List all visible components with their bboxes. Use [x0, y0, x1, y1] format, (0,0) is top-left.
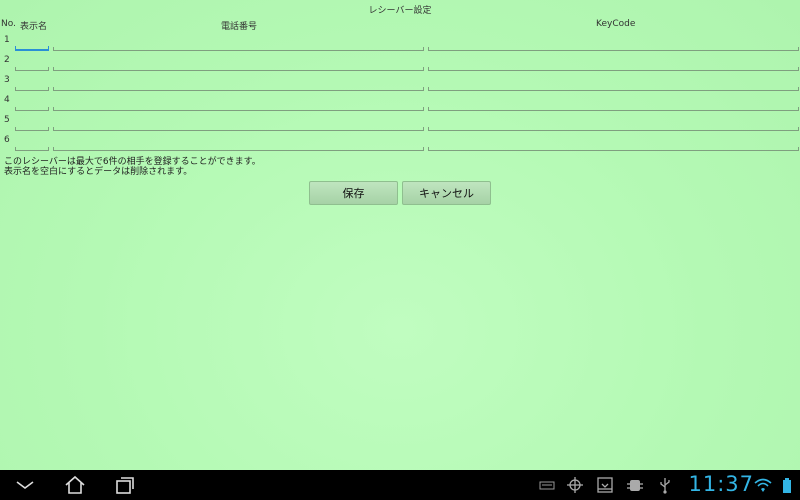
- recent-apps-icon[interactable]: [114, 475, 136, 495]
- table-row: 1: [0, 35, 800, 55]
- home-icon[interactable]: [64, 475, 86, 495]
- column-header-keycode: KeyCode: [596, 19, 636, 29]
- download-icon: [597, 477, 613, 493]
- phone-field[interactable]: [53, 138, 424, 151]
- debug-icon: [627, 480, 643, 491]
- save-button[interactable]: 保存: [309, 181, 398, 205]
- row-number: 3: [4, 75, 10, 85]
- row-number: 5: [4, 115, 10, 125]
- phone-field[interactable]: [53, 38, 424, 51]
- column-header-no: No.: [1, 19, 16, 29]
- phone-field[interactable]: [53, 118, 424, 131]
- cancel-button[interactable]: キャンセル: [402, 181, 491, 205]
- keycode-field[interactable]: [428, 138, 799, 151]
- screen-title: レシーバー設定: [368, 6, 432, 16]
- wifi-icon: [754, 478, 772, 492]
- keycode-field[interactable]: [428, 98, 799, 111]
- column-header-name: 表示名: [20, 22, 48, 32]
- phone-field[interactable]: [53, 78, 424, 91]
- table-row: 3: [0, 75, 800, 95]
- phone-field[interactable]: [53, 98, 424, 111]
- receiver-settings-screen: レシーバー設定 No. 表示名 電話番号 KeyCode 1 2 3 4 5 6: [0, 0, 800, 470]
- name-field[interactable]: [15, 118, 49, 131]
- keycode-field[interactable]: [428, 78, 799, 91]
- usb-icon: [660, 478, 670, 494]
- name-field[interactable]: [15, 98, 49, 111]
- name-field[interactable]: [15, 138, 49, 151]
- name-field[interactable]: [15, 58, 49, 71]
- battery-icon: [783, 478, 791, 493]
- phone-field[interactable]: [53, 58, 424, 71]
- gps-icon: [567, 477, 583, 493]
- keycode-field[interactable]: [428, 118, 799, 131]
- table-row: 2: [0, 55, 800, 75]
- name-field[interactable]: [15, 78, 49, 91]
- row-number: 2: [4, 55, 10, 65]
- table-row: 4: [0, 95, 800, 115]
- info-note-delete-hint: 表示名を空白にするとデータは削除されます。: [4, 167, 193, 177]
- name-field[interactable]: [15, 38, 49, 51]
- keycode-field[interactable]: [428, 38, 799, 51]
- keyboard-icon: [539, 481, 555, 490]
- system-navigation-bar: 11:37: [0, 470, 800, 500]
- table-row: 6: [0, 135, 800, 155]
- back-icon[interactable]: [14, 475, 36, 495]
- system-clock: 11:37: [688, 472, 754, 496]
- row-number: 4: [4, 95, 10, 105]
- table-row: 5: [0, 115, 800, 135]
- keycode-field[interactable]: [428, 58, 799, 71]
- column-header-phone: 電話番号: [221, 22, 258, 32]
- row-number: 6: [4, 135, 10, 145]
- row-number: 1: [4, 35, 10, 45]
